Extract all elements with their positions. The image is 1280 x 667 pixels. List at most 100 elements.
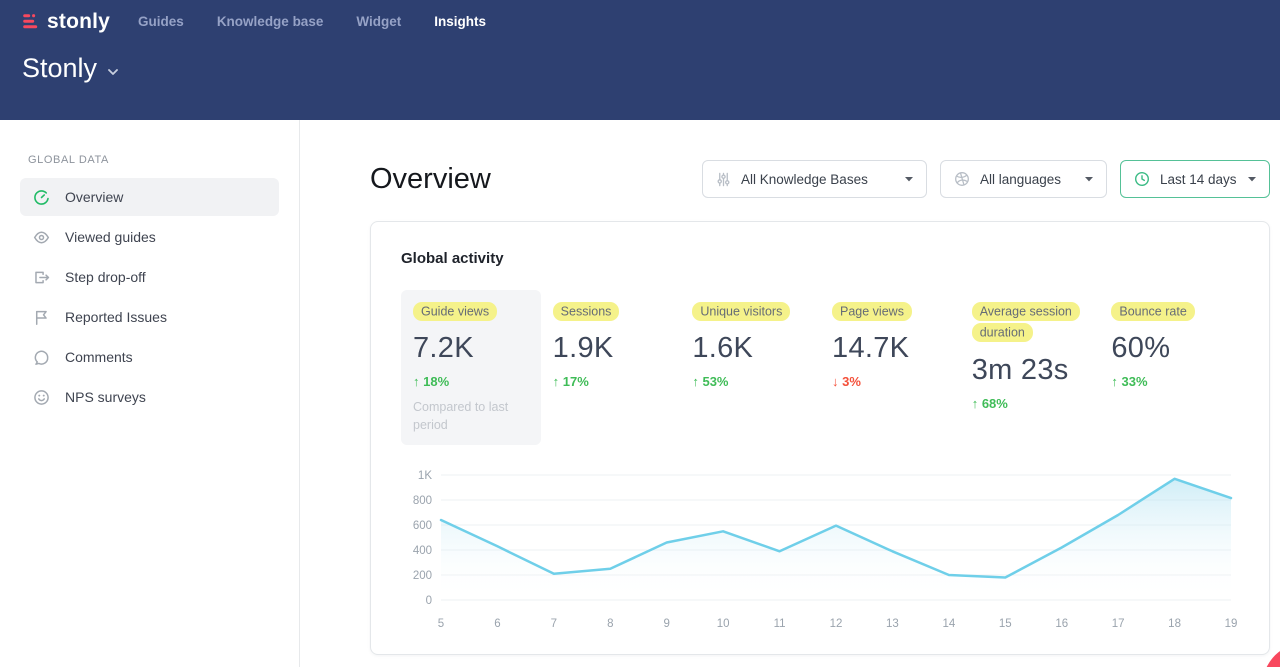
clock-icon — [1134, 171, 1150, 187]
metric-value: 14.7K — [832, 332, 948, 365]
main-content: Overview All Knowledge Bases All langua — [300, 120, 1280, 667]
metric-delta: ↑ 17% — [553, 374, 669, 389]
step-exit-icon — [33, 269, 50, 286]
sliders-icon — [716, 172, 731, 187]
workspace-name: Stonly — [22, 53, 97, 84]
stonly-logo-icon — [20, 12, 40, 32]
metric-page-views[interactable]: Page views 14.7K ↓ 3% — [820, 290, 960, 445]
metric-label: Guide views — [413, 302, 497, 321]
nav-insights[interactable]: Insights — [434, 14, 486, 29]
gauge-icon — [33, 189, 50, 206]
chevron-down-icon — [1085, 177, 1093, 182]
sidebar-item-comments[interactable]: Comments — [20, 338, 279, 376]
sidebar-item-reported-issues[interactable]: Reported Issues — [20, 298, 279, 336]
brand-name: stonly — [47, 10, 110, 34]
svg-text:11: 11 — [774, 618, 786, 630]
metric-value: 1.9K — [553, 332, 669, 365]
up-arrow-icon: ↑ — [692, 374, 699, 389]
sidebar-item-label: Step drop-off — [65, 269, 146, 285]
globe-icon — [954, 171, 970, 187]
comment-icon — [33, 349, 50, 366]
card-title: Global activity — [401, 250, 1239, 267]
svg-text:5: 5 — [438, 618, 444, 630]
svg-text:13: 13 — [886, 618, 899, 630]
sidebar-item-label: Comments — [65, 349, 133, 365]
up-arrow-icon: ↑ — [972, 396, 979, 411]
activity-chart: 02004006008001K5678910111213141516171819 — [401, 467, 1239, 654]
metric-bounce-rate[interactable]: Bounce rate 60% ↑ 33% — [1099, 290, 1239, 445]
chevron-down-icon — [108, 69, 118, 75]
svg-text:7: 7 — [551, 618, 557, 630]
svg-text:10: 10 — [717, 618, 730, 630]
sidebar-item-label: Reported Issues — [65, 309, 167, 325]
metric-label: Sessions — [553, 302, 620, 321]
metric-label: Average session duration — [972, 302, 1080, 343]
metrics-row: Guide views 7.2K ↑ 18% Compared to last … — [401, 290, 1239, 445]
date-range-filter[interactable]: Last 14 days — [1120, 160, 1270, 198]
knowledge-bases-filter[interactable]: All Knowledge Bases — [702, 160, 927, 198]
chevron-down-icon — [1248, 177, 1256, 182]
svg-text:1K: 1K — [418, 470, 432, 482]
eye-icon — [33, 229, 50, 246]
svg-text:18: 18 — [1168, 618, 1181, 630]
metric-value: 60% — [1111, 332, 1227, 365]
metric-unique-visitors[interactable]: Unique visitors 1.6K ↑ 53% — [680, 290, 820, 445]
svg-text:12: 12 — [830, 618, 843, 630]
metric-label: Page views — [832, 302, 912, 321]
sidebar-item-nps-surveys[interactable]: NPS surveys — [20, 378, 279, 416]
nav-knowledge-base[interactable]: Knowledge base — [217, 14, 324, 29]
sidebar-item-viewed-guides[interactable]: Viewed guides — [20, 218, 279, 256]
filter-label: Last 14 days — [1160, 172, 1237, 187]
sidebar: GLOBAL DATA Overview Viewed guides Step … — [0, 120, 300, 667]
languages-filter[interactable]: All languages — [940, 160, 1107, 198]
sidebar-item-label: NPS surveys — [65, 389, 146, 405]
filter-label: All languages — [980, 172, 1061, 187]
sidebar-item-step-drop-off[interactable]: Step drop-off — [20, 258, 279, 296]
metric-delta: ↑ 33% — [1111, 374, 1227, 389]
metric-delta: ↑ 18% — [413, 374, 529, 389]
area-chart: 02004006008001K5678910111213141516171819 — [401, 467, 1241, 649]
svg-text:19: 19 — [1225, 618, 1238, 630]
up-arrow-icon: ↑ — [1111, 374, 1118, 389]
metric-guide-views[interactable]: Guide views 7.2K ↑ 18% Compared to last … — [401, 290, 541, 445]
sidebar-item-label: Viewed guides — [65, 229, 156, 245]
sidebar-item-overview[interactable]: Overview — [20, 178, 279, 216]
nav-widget[interactable]: Widget — [356, 14, 401, 29]
svg-text:0: 0 — [426, 595, 432, 607]
metric-value: 3m 23s — [972, 354, 1088, 387]
metric-value: 7.2K — [413, 332, 529, 365]
global-activity-card: Global activity Guide views 7.2K ↑ 18% C… — [370, 221, 1270, 655]
smiley-icon — [33, 389, 50, 406]
workspace-selector[interactable]: Stonly — [22, 53, 118, 84]
chevron-down-icon — [905, 177, 913, 182]
stonly-logo[interactable]: stonly — [20, 10, 110, 34]
metric-delta: ↑ 53% — [692, 374, 808, 389]
svg-text:8: 8 — [607, 618, 613, 630]
metric-delta: ↓ 3% — [832, 374, 948, 389]
compare-note: Compared to last period — [413, 398, 525, 434]
sidebar-section-label: GLOBAL DATA — [0, 154, 299, 166]
top-navbar: stonly Guides Knowledge base Widget Insi… — [0, 0, 1280, 120]
svg-text:400: 400 — [413, 545, 432, 557]
page-title: Overview — [370, 163, 491, 196]
svg-text:6: 6 — [494, 618, 500, 630]
sidebar-item-label: Overview — [65, 189, 123, 205]
metric-value: 1.6K — [692, 332, 808, 365]
filter-label: All Knowledge Bases — [741, 172, 868, 187]
svg-text:16: 16 — [1055, 618, 1068, 630]
svg-text:600: 600 — [413, 520, 432, 532]
filters-bar: All Knowledge Bases All languages — [702, 160, 1270, 198]
metric-avg-session-duration[interactable]: Average session duration 3m 23s ↑ 68% — [960, 290, 1100, 445]
metric-sessions[interactable]: Sessions 1.9K ↑ 17% — [541, 290, 681, 445]
svg-text:15: 15 — [999, 618, 1012, 630]
metric-delta: ↑ 68% — [972, 396, 1088, 411]
svg-text:800: 800 — [413, 495, 432, 507]
down-arrow-icon: ↓ — [832, 374, 839, 389]
metric-label: Bounce rate — [1111, 302, 1194, 321]
svg-text:14: 14 — [942, 618, 955, 630]
nav-guides[interactable]: Guides — [138, 14, 184, 29]
flag-icon — [33, 309, 50, 326]
svg-text:9: 9 — [664, 618, 670, 630]
metric-label: Unique visitors — [692, 302, 790, 321]
svg-text:200: 200 — [413, 570, 432, 582]
